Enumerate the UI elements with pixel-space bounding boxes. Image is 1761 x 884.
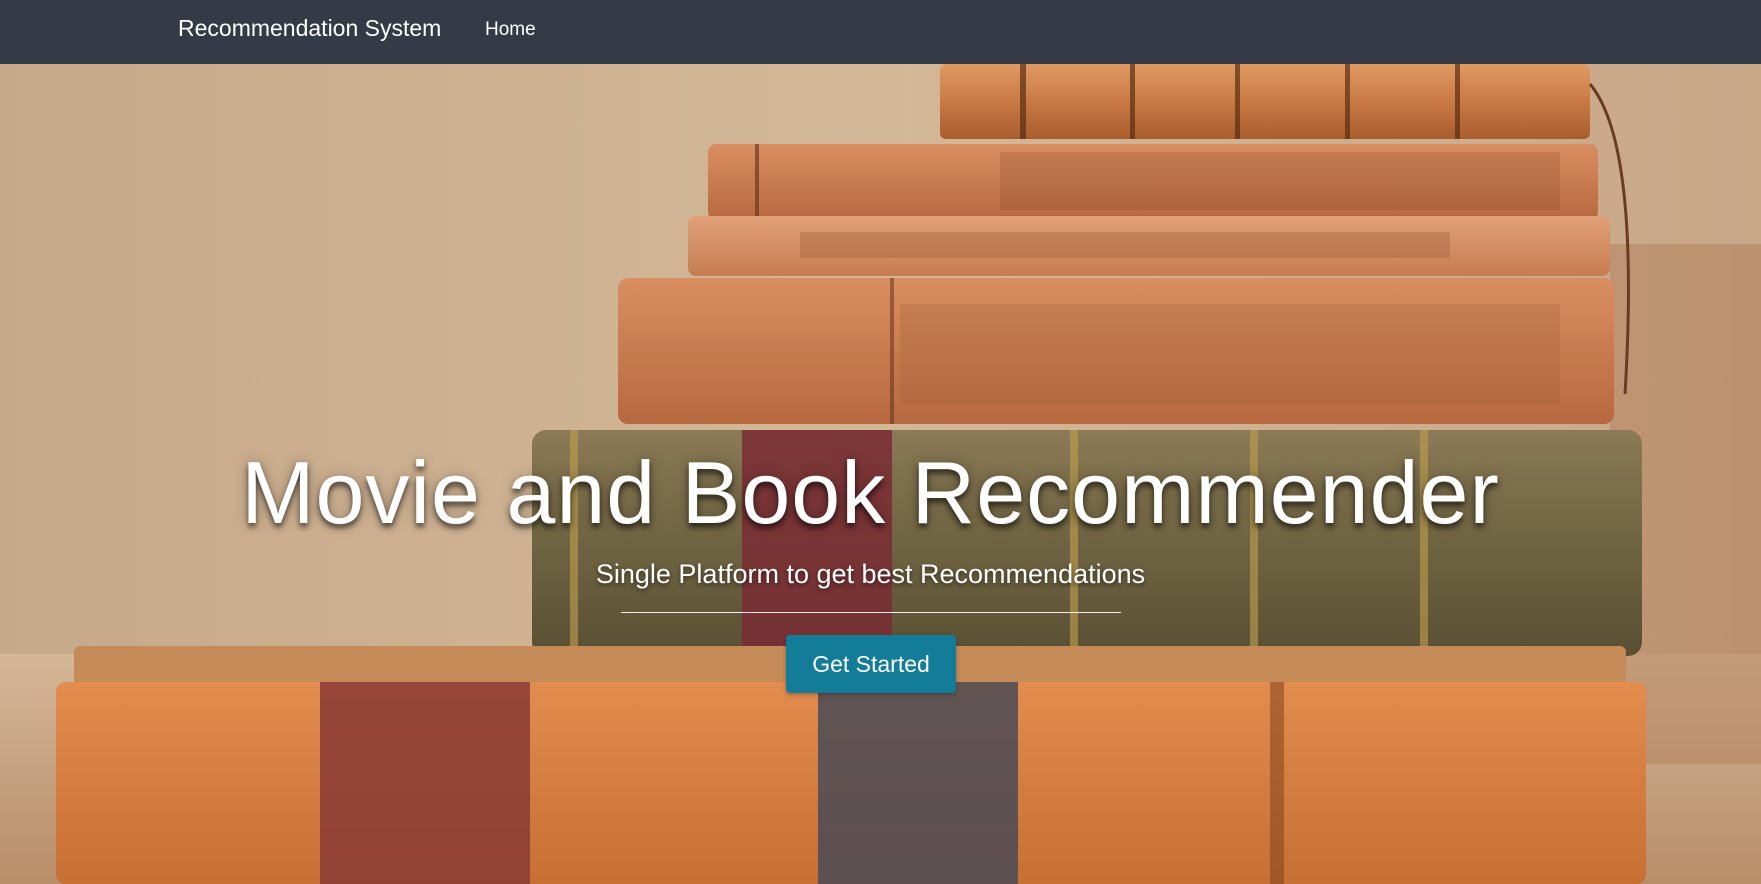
hero-subtitle: Single Platform to get best Recommendati…	[595, 559, 1146, 589]
hero-divider	[621, 612, 1121, 613]
hero-title: Movie and Book Recommender	[241, 443, 1500, 542]
brand-link[interactable]: Recommendation System	[178, 15, 441, 42]
get-started-button[interactable]: Get Started	[786, 635, 956, 693]
nav-link-home[interactable]: Home	[485, 19, 536, 41]
hero-section: Movie and Book Recommender Single Platfo…	[0, 64, 1761, 884]
top-navbar: Recommendation System Home	[0, 0, 1761, 64]
